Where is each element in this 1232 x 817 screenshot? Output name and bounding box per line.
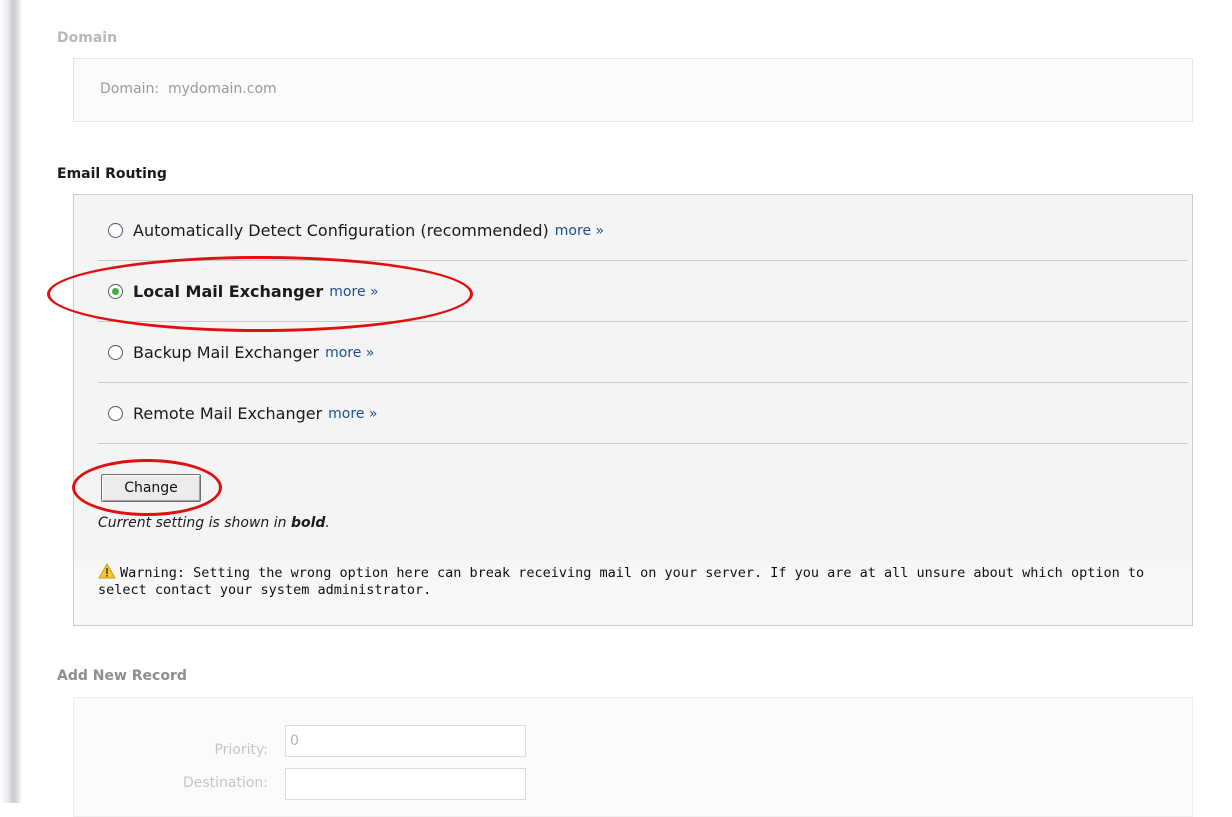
- change-button[interactable]: Change: [101, 474, 201, 502]
- note-bold: bold: [290, 515, 326, 531]
- domain-label: Domain:: [100, 81, 160, 97]
- more-link-remote[interactable]: more »: [328, 406, 377, 422]
- radio-remote[interactable]: [108, 406, 123, 421]
- radio-auto[interactable]: [108, 223, 123, 238]
- priority-input[interactable]: [285, 725, 526, 757]
- left-edge-strip: [0, 0, 22, 803]
- option-local-label: Local Mail Exchanger: [133, 282, 324, 301]
- note-prefix: Current setting is shown in: [98, 515, 291, 531]
- more-link-auto[interactable]: more »: [555, 223, 604, 239]
- domain-section-title: Domain: [57, 30, 118, 46]
- email-routing-title: Email Routing: [57, 166, 167, 182]
- option-remote-label: Remote Mail Exchanger: [133, 404, 323, 423]
- email-routing-box: Automatically Detect Configuration (reco…: [73, 194, 1193, 626]
- domain-row: Domain: mydomain.com: [100, 81, 277, 97]
- radio-backup[interactable]: [108, 345, 123, 360]
- warning-message: Warning: Setting the wrong option here c…: [98, 563, 1168, 599]
- priority-label: Priority:: [214, 742, 268, 758]
- current-setting-note: Current setting is shown in bold.: [98, 515, 330, 531]
- warning-text: Warning: Setting the wrong option here c…: [98, 565, 1145, 598]
- destination-input[interactable]: [285, 768, 526, 800]
- more-link-local[interactable]: more »: [329, 284, 378, 300]
- add-record-box: Priority: Destination:: [73, 697, 1193, 817]
- add-record-title: Add New Record: [57, 668, 187, 684]
- radio-local-checked[interactable]: [108, 284, 123, 299]
- routing-option-local[interactable]: Local Mail Exchanger more »: [98, 262, 1188, 322]
- routing-option-auto[interactable]: Automatically Detect Configuration (reco…: [98, 201, 1188, 261]
- routing-option-remote[interactable]: Remote Mail Exchanger more »: [98, 384, 1188, 444]
- domain-value: mydomain.com: [167, 81, 277, 97]
- domain-box: Domain: mydomain.com: [73, 58, 1193, 122]
- warning-icon: [98, 563, 116, 579]
- routing-option-backup[interactable]: Backup Mail Exchanger more »: [98, 323, 1188, 383]
- destination-label: Destination:: [182, 775, 268, 791]
- option-backup-label: Backup Mail Exchanger: [133, 343, 320, 362]
- option-auto-label: Automatically Detect Configuration (reco…: [133, 221, 549, 240]
- more-link-backup[interactable]: more »: [325, 345, 374, 361]
- note-suffix: .: [325, 515, 330, 531]
